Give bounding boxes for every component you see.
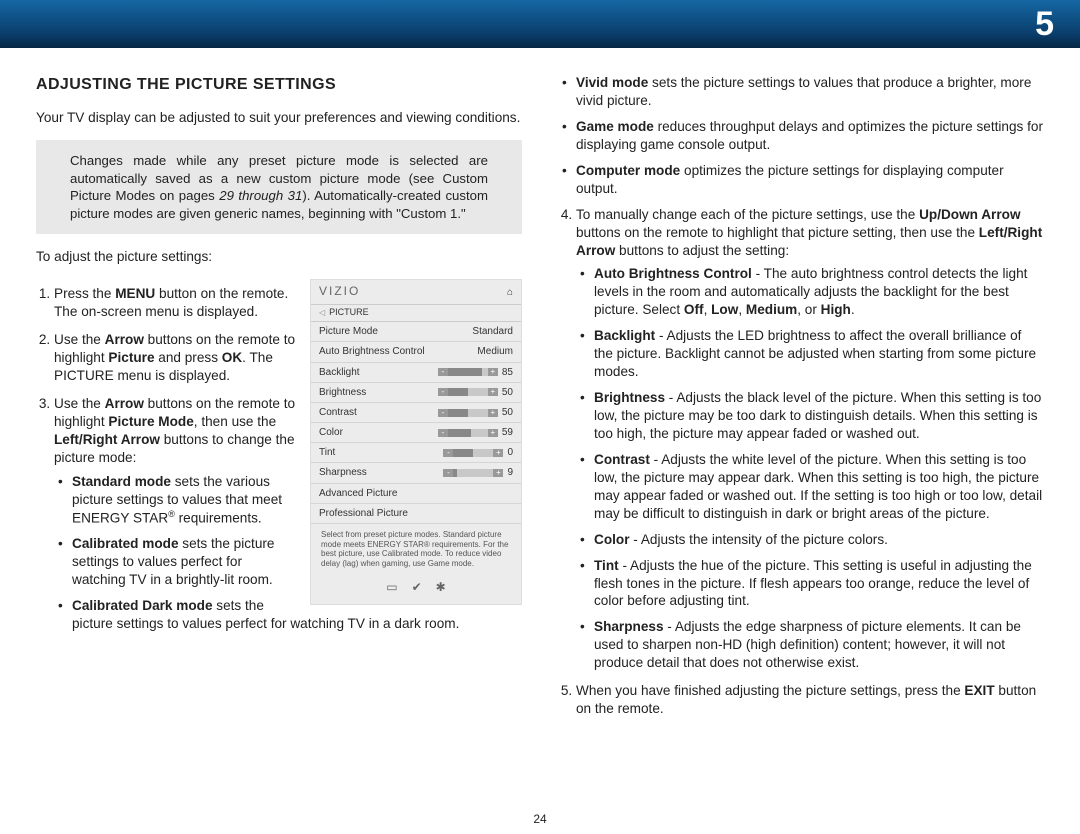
setting-sharpness: Sharpness - Adjusts the edge sharpness o…	[576, 618, 1044, 672]
left-column: ADJUSTING THE PICTURE SETTINGS Your TV d…	[36, 74, 522, 728]
mode-computer: Computer mode optimizes the picture sett…	[558, 162, 1044, 198]
chapter-number: 5	[1035, 5, 1054, 44]
setting-color: Color - Adjusts the intensity of the pic…	[576, 531, 1044, 549]
slider[interactable]: -+	[438, 388, 498, 396]
intro-text: Your TV display can be adjusted to suit …	[36, 109, 522, 127]
osd-row-brightness[interactable]: Brightness -+ 50	[311, 383, 521, 403]
osd-breadcrumb: ◁ PICTURE	[311, 305, 521, 322]
right-column: Vivid mode sets the picture settings to …	[558, 74, 1044, 728]
steps-list-cont: To manually change each of the picture s…	[558, 206, 1044, 718]
mode-standard: Standard mode sets the various picture s…	[54, 473, 522, 527]
osd-row-picture-mode[interactable]: Picture Mode Standard	[311, 322, 521, 342]
home-icon: ⌂	[507, 286, 513, 299]
note-box: Changes made while any preset picture mo…	[36, 140, 522, 234]
page-number: 24	[0, 812, 1080, 826]
setting-contrast: Contrast - Adjusts the white level of th…	[576, 451, 1044, 523]
step-4: To manually change each of the picture s…	[576, 206, 1044, 673]
setting-backlight: Backlight - Adjusts the LED brightness t…	[576, 327, 1044, 381]
slider[interactable]: -+	[438, 409, 498, 417]
mode-game: Game mode reduces throughput delays and …	[558, 118, 1044, 154]
osd-row-contrast[interactable]: Contrast -+ 50	[311, 403, 521, 423]
osd-brand: VIZIO	[319, 284, 360, 300]
osd-row-tint[interactable]: Tint -+ 0	[311, 443, 521, 463]
osd-row-color[interactable]: Color -+ 59	[311, 423, 521, 443]
lead-text: To adjust the picture settings:	[36, 248, 522, 266]
osd-row-abc[interactable]: Auto Brightness Control Medium	[311, 342, 521, 362]
mode-calibrated: Calibrated mode sets the picture setting…	[54, 535, 522, 589]
slider[interactable]: -+	[443, 449, 503, 457]
slider[interactable]: -+	[438, 368, 498, 376]
back-icon: ◁	[319, 308, 325, 319]
setting-brightness: Brightness - Adjusts the black level of …	[576, 389, 1044, 443]
osd-row-backlight[interactable]: Backlight -+ 85	[311, 363, 521, 383]
section-heading: ADJUSTING THE PICTURE SETTINGS	[36, 74, 522, 95]
mode-calibrated-dark: Calibrated Dark mode sets the picture se…	[54, 597, 522, 633]
mode-vivid: Vivid mode sets the picture settings to …	[558, 74, 1044, 110]
step-5: When you have finished adjusting the pic…	[576, 682, 1044, 718]
slider[interactable]: -+	[438, 429, 498, 437]
chapter-banner: 5	[0, 0, 1080, 48]
setting-abc: Auto Brightness Control - The auto brigh…	[576, 265, 1044, 319]
setting-tint: Tint - Adjusts the hue of the picture. T…	[576, 557, 1044, 611]
osd-header: VIZIO ⌂	[311, 280, 521, 305]
